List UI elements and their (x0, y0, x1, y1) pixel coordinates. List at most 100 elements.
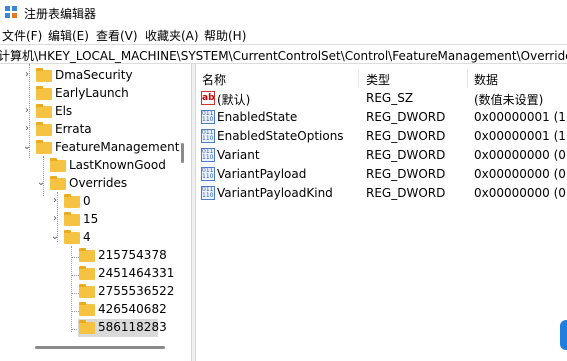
tree-item-215754378[interactable]: 215754378 (0, 247, 190, 265)
tree-item-label: 215754378 (98, 248, 167, 262)
tree-item-586118283[interactable]: 586118283 (0, 319, 190, 337)
value-type: REG_DWORD (366, 167, 446, 181)
tree-item-label: Errata (55, 122, 92, 136)
chevron-right-icon[interactable]: › (22, 123, 32, 134)
binary-value-icon: 011 110 (201, 129, 215, 143)
folder-icon (79, 248, 95, 262)
value-type: REG_SZ (366, 91, 414, 105)
value-data: (数值未设置) (474, 93, 544, 107)
tree-item-2755536522[interactable]: 2755536522 (0, 283, 190, 301)
folder-icon (50, 158, 66, 172)
tree-item-label: 586118283 (98, 320, 167, 334)
string-value-icon: ab (201, 91, 215, 105)
accent-widget (560, 320, 567, 350)
menu-help[interactable]: 帮助(H) (204, 27, 246, 44)
key-tree[interactable]: › DmaSecurity EarlyLaunch › Els › Errata… (0, 64, 190, 361)
column-divider[interactable] (358, 70, 359, 88)
folder-icon (64, 194, 80, 208)
chevron-right-icon[interactable]: › (50, 213, 60, 224)
menu-bar: 文件(F) 编辑(E) 查看(V) 收藏夹(A) 帮助(H) (0, 24, 567, 44)
value-type: REG_DWORD (366, 110, 446, 124)
tree-horizontal-scrollbar[interactable] (35, 346, 165, 349)
chevron-right-icon[interactable]: › (22, 69, 32, 80)
tree-item-label: 4 (83, 230, 91, 244)
tree-item-label: DmaSecurity (55, 68, 133, 82)
menu-view[interactable]: 查看(V) (96, 27, 138, 44)
tree-item-label: FeatureManagement (55, 140, 180, 154)
folder-icon (36, 86, 52, 100)
chevron-down-icon[interactable]: ⌄ (22, 141, 32, 152)
title-bar: 注册表编辑器 (0, 0, 567, 24)
value-row-default[interactable]: ab (默认) REG_SZ (数值未设置) (196, 89, 567, 108)
tree-item-label: Els (55, 104, 73, 118)
menu-favorites[interactable]: 收藏夹(A) (145, 27, 199, 44)
tree-item-dmasecurity[interactable]: › DmaSecurity (0, 67, 190, 85)
value-row-enabledstateoptions[interactable]: 011 110 EnabledStateOptions REG_DWORD 0x… (196, 127, 567, 146)
tree-item-label: 2451464331 (98, 266, 175, 280)
tree-item-label: EarlyLaunch (55, 86, 129, 100)
tree-item-earlylaunch[interactable]: EarlyLaunch (0, 85, 190, 103)
chevron-right-icon[interactable]: › (22, 105, 32, 116)
column-header-type[interactable]: 类型 (366, 71, 390, 88)
value-type: REG_DWORD (366, 129, 446, 143)
value-row-enabledstate[interactable]: 011 110 EnabledState REG_DWORD 0x0000000… (196, 108, 567, 127)
tree-item-label: 2755536522 (98, 284, 175, 298)
regedit-app-icon (5, 6, 17, 18)
value-data: 0x00000000 (0) (474, 167, 567, 181)
tree-item-label: 0 (83, 194, 91, 208)
value-type: REG_DWORD (366, 148, 446, 162)
folder-icon (79, 284, 95, 298)
tree-item-label: Overrides (69, 176, 128, 190)
value-data: 0x00000001 (1) (474, 110, 567, 124)
values-list[interactable]: 名称 类型 数据 ab (默认) REG_SZ (数值未设置) 011 110 … (196, 64, 567, 361)
tree-item-label: LastKnownGood (69, 158, 166, 172)
tree-item-errata[interactable]: › Errata (0, 121, 190, 139)
value-type: REG_DWORD (366, 186, 446, 200)
tree-vertical-scrollbar[interactable] (181, 143, 184, 163)
binary-value-icon: 011 110 (201, 167, 215, 181)
folder-open-icon (50, 176, 66, 190)
folder-icon (79, 302, 95, 316)
column-header-name[interactable]: 名称 (202, 71, 226, 88)
tree-item-4[interactable]: ⌄ 4 (0, 229, 190, 247)
value-data: 0x00000000 (0) (474, 148, 567, 162)
tree-item-featuremanagement[interactable]: ⌄ FeatureManagement (0, 139, 190, 157)
list-header: 名称 类型 数据 (196, 68, 567, 88)
address-path[interactable]: 计算机\HKEY_LOCAL_MACHINE\SYSTEM\CurrentCon… (0, 47, 567, 64)
value-name: EnabledState (217, 110, 298, 124)
folder-open-icon (36, 140, 52, 154)
column-divider[interactable] (467, 70, 468, 88)
value-name: EnabledStateOptions (217, 129, 344, 143)
value-row-variantpayload[interactable]: 011 110 VariantPayload REG_DWORD 0x00000… (196, 165, 567, 184)
address-bar[interactable]: 计算机\HKEY_LOCAL_MACHINE\SYSTEM\CurrentCon… (0, 44, 567, 64)
folder-icon (36, 104, 52, 118)
value-row-variantpayloadkind[interactable]: 011 110 VariantPayloadKind REG_DWORD 0x0… (196, 184, 567, 203)
tree-item-overrides[interactable]: ⌄ Overrides (0, 175, 190, 193)
folder-icon (64, 212, 80, 226)
value-name: (默认) (217, 93, 251, 107)
binary-value-icon: 011 110 (201, 148, 215, 162)
chevron-right-icon[interactable]: › (50, 195, 60, 206)
folder-icon (36, 68, 52, 82)
window-title: 注册表编辑器 (24, 7, 97, 21)
tree-item-label: 15 (83, 212, 99, 226)
menu-file[interactable]: 文件(F) (2, 27, 42, 44)
value-name: Variant (217, 148, 260, 162)
tree-item-0[interactable]: › 0 (0, 193, 190, 211)
column-header-data[interactable]: 数据 (474, 71, 498, 88)
tree-item-2451464331[interactable]: 2451464331 (0, 265, 190, 283)
tree-item-els[interactable]: › Els (0, 103, 190, 121)
chevron-down-icon[interactable]: ⌄ (36, 177, 46, 188)
binary-value-icon: 011 110 (201, 110, 215, 124)
tree-item-15[interactable]: › 15 (0, 211, 190, 229)
folder-open-icon (64, 230, 80, 244)
tree-item-lastknowngood[interactable]: LastKnownGood (0, 157, 190, 175)
menu-edit[interactable]: 编辑(E) (48, 27, 89, 44)
tree-item-426540682[interactable]: 426540682 (0, 301, 190, 319)
folder-icon (36, 122, 52, 136)
value-row-variant[interactable]: 011 110 Variant REG_DWORD 0x00000000 (0) (196, 146, 567, 165)
value-name: VariantPayload (217, 167, 307, 181)
chevron-down-icon[interactable]: ⌄ (50, 231, 60, 242)
folder-icon (79, 320, 95, 334)
folder-icon (79, 266, 95, 280)
